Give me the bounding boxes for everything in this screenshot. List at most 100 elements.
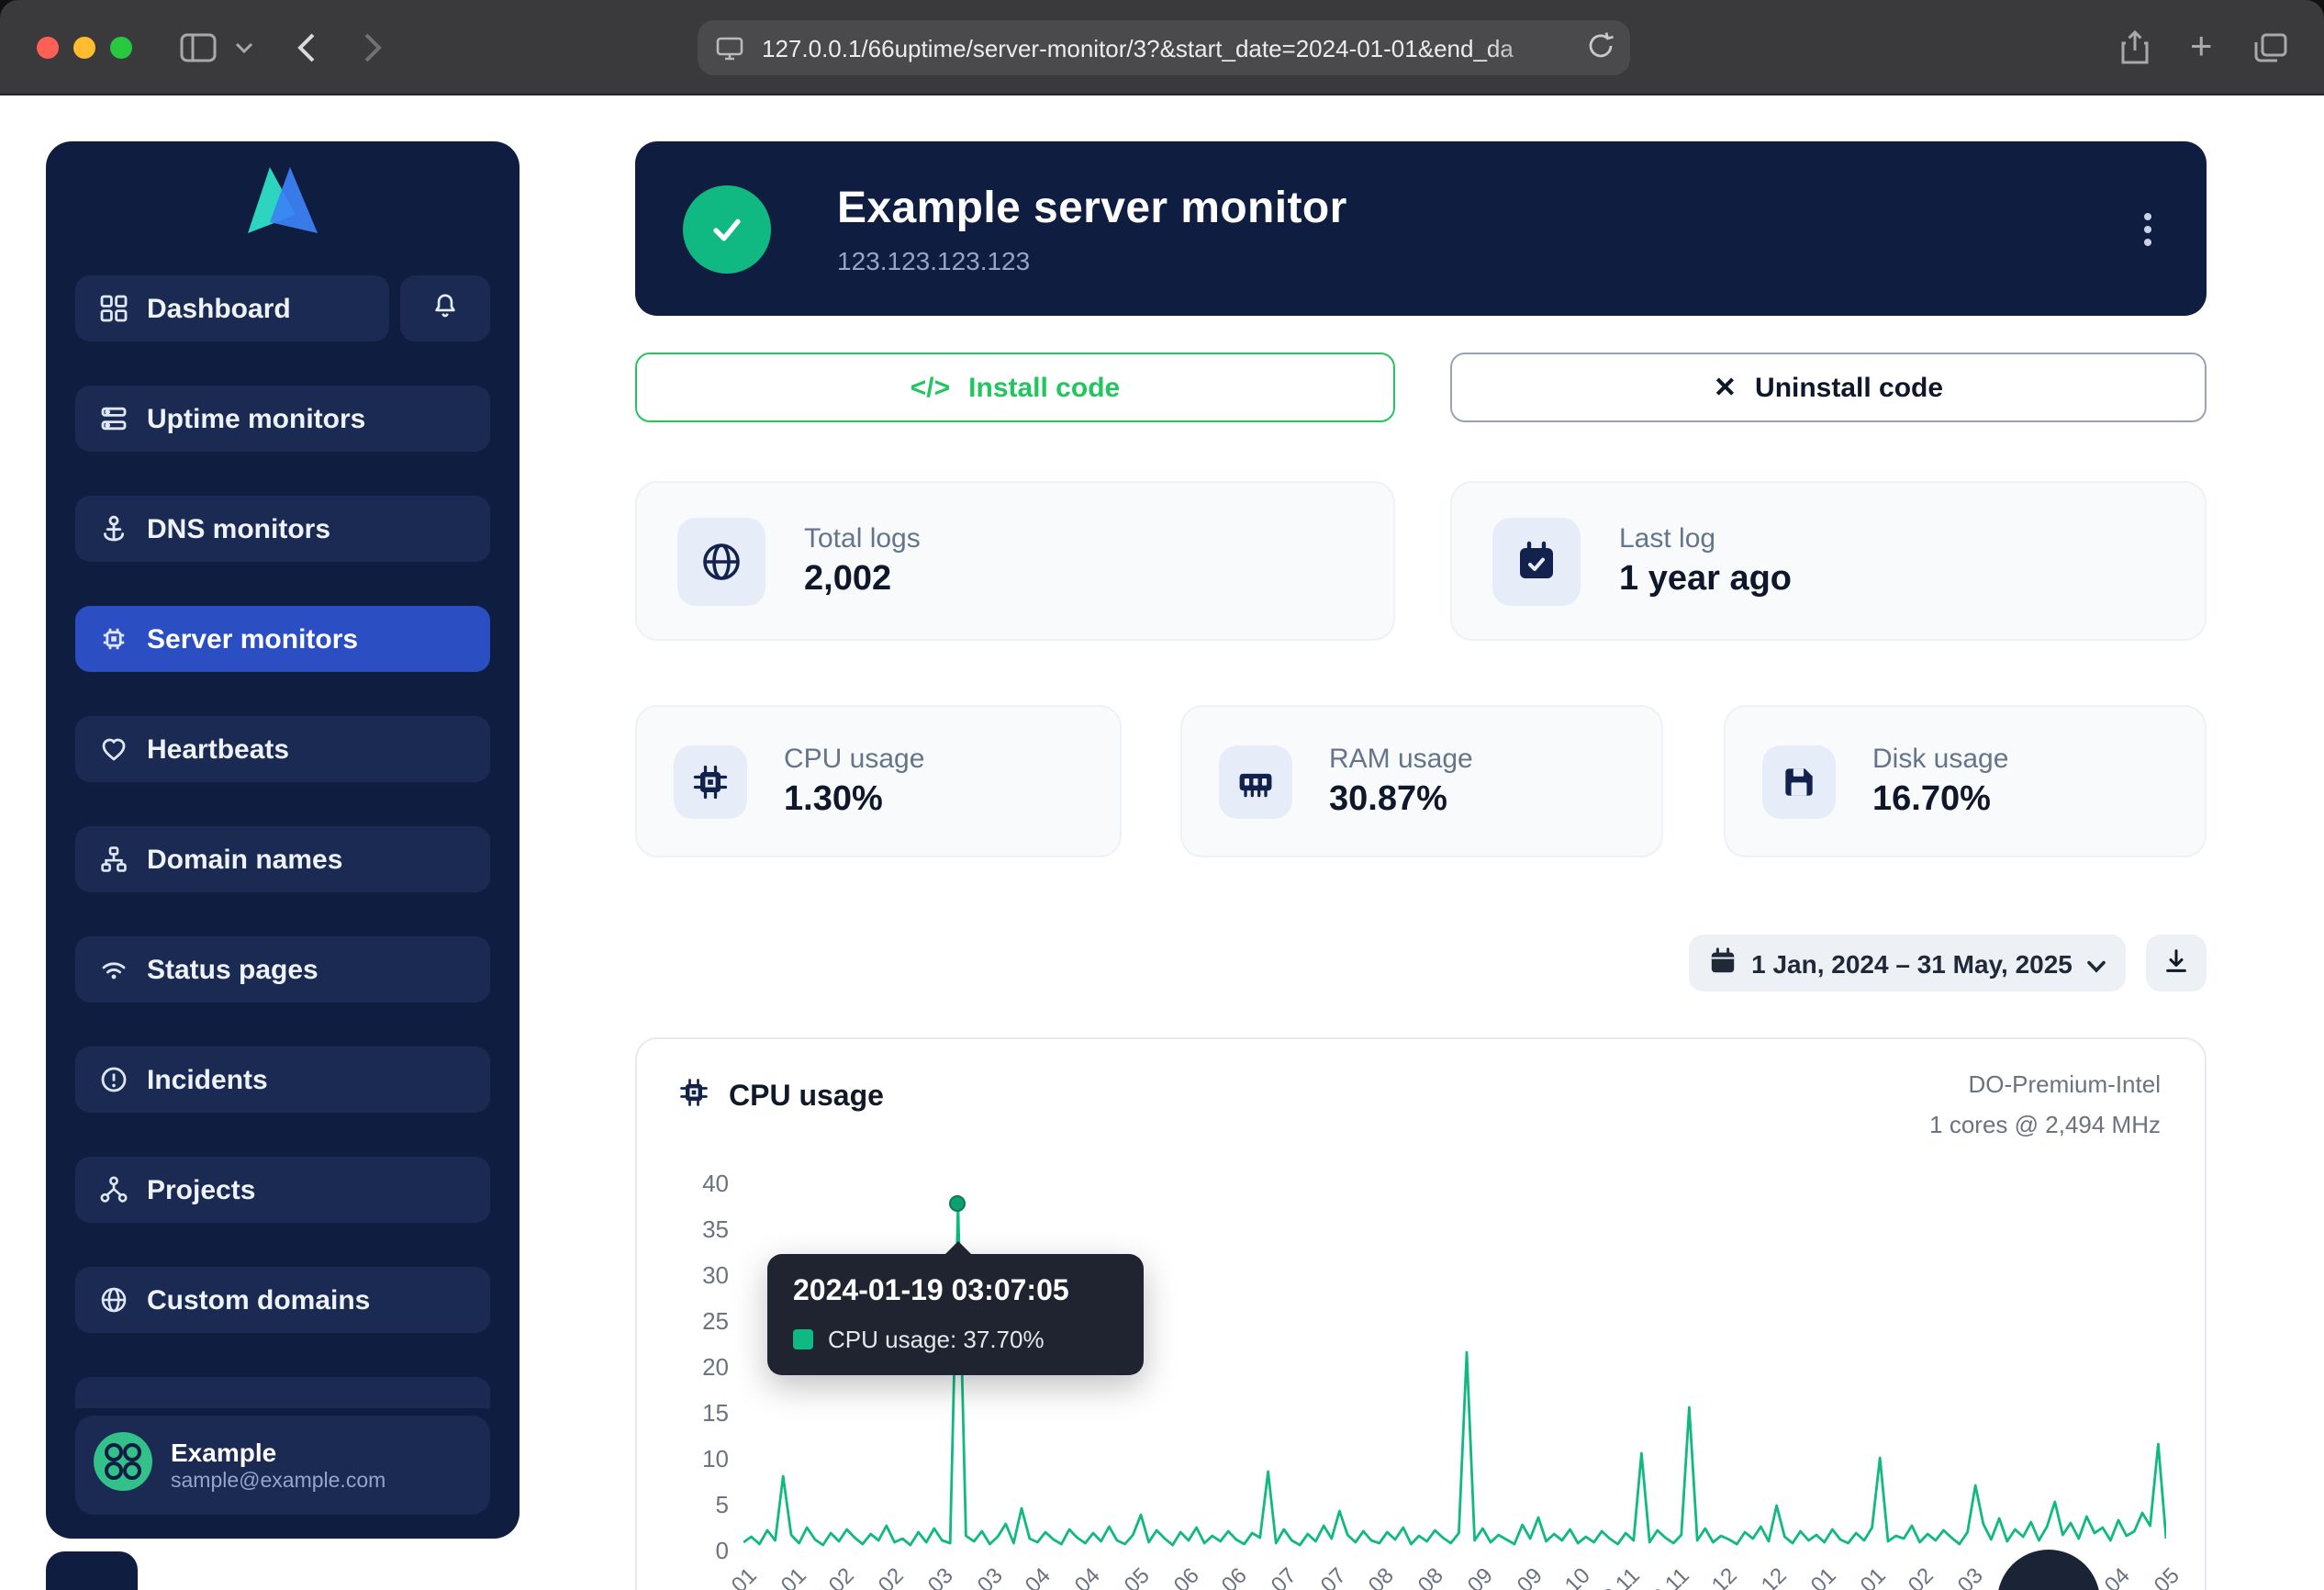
kebab-menu-icon[interactable] — [2137, 205, 2159, 252]
ram-usage-card: RAM usage 30.87% — [1180, 705, 1663, 857]
monitor-header-card: Example server monitor 123.123.123.123 — [635, 141, 2207, 316]
signal-icon — [99, 955, 128, 984]
export-download-button[interactable] — [2146, 935, 2207, 991]
stat-label: Disk usage — [1872, 743, 2008, 774]
chip-icon — [99, 624, 128, 654]
disk-usage-card: Disk usage 16.70% — [1724, 705, 2207, 857]
close-icon: ✕ — [1714, 371, 1737, 404]
sidebar-item-custom-domains[interactable]: Custom domains — [75, 1267, 490, 1333]
page-title: Example server monitor — [837, 183, 1347, 234]
chevron-down-icon — [2087, 948, 2106, 978]
alert-circle-icon — [99, 1065, 128, 1094]
globe-icon — [99, 1285, 128, 1315]
browser-toolbar: 127.0.0.1/66uptime/server-monitor/3?&sta… — [0, 0, 2324, 95]
server-spec: 1 cores @ 2,494 MHz — [1929, 1105, 2161, 1146]
last-log-card: Last log 1 year ago — [1450, 481, 2207, 641]
uptime-bars-icon — [99, 404, 128, 433]
sidebar-item-dns-monitors[interactable]: DNS monitors — [75, 496, 490, 562]
disk-icon — [1762, 745, 1836, 818]
calendar-check-icon — [1492, 517, 1581, 605]
chart-x-axis: 01 0118 0104 0221 0209 0326 0312 0429 04… — [743, 1562, 2166, 1590]
stat-label: Total logs — [804, 522, 921, 554]
chart-title: CPU usage — [729, 1081, 884, 1114]
globe-icon — [677, 517, 765, 605]
address-bar[interactable]: 127.0.0.1/66uptime/server-monitor/3?&sta… — [698, 20, 1630, 75]
reload-icon[interactable] — [1588, 31, 1614, 70]
stat-value: 30.87% — [1329, 779, 1473, 820]
window-controls — [37, 37, 132, 59]
sidebar-item-partial[interactable] — [75, 1377, 490, 1408]
status-bar-pill — [46, 1551, 138, 1590]
cpu-usage-chart-card: CPU usage DO-Premium-Intel 1 cores @ 2,4… — [635, 1037, 2207, 1590]
minimize-window-button[interactable] — [73, 37, 95, 59]
y-tick-label: 35 — [652, 1206, 729, 1252]
sidebar-item-projects[interactable]: Projects — [75, 1157, 490, 1223]
app-logo[interactable] — [46, 160, 520, 241]
forward-button[interactable] — [363, 31, 382, 62]
series-swatch-icon — [793, 1329, 813, 1349]
heart-icon — [99, 734, 128, 764]
stat-value: 1.30% — [784, 779, 924, 820]
page-content: Dashboard Uptime monitors — [0, 95, 2324, 1590]
date-range-label: 1 Jan, 2024 – 31 May, 2025 — [1751, 948, 2073, 978]
monitor-icon — [716, 36, 743, 60]
stat-label: RAM usage — [1329, 743, 1473, 774]
cpu-icon — [674, 745, 747, 818]
new-tab-icon[interactable]: + — [2190, 25, 2213, 69]
zoom-window-button[interactable] — [110, 37, 132, 59]
chevron-down-icon[interactable] — [235, 40, 253, 53]
sidebar-item-dashboard[interactable]: Dashboard — [75, 275, 389, 342]
chart-tooltip: 2024-01-19 03:07:05 CPU usage: 37.70% — [767, 1254, 1144, 1375]
monitor-ip: 123.123.123.123 — [837, 245, 1347, 274]
install-code-button[interactable]: </> Install code — [635, 353, 1395, 422]
cpu-icon — [677, 1076, 710, 1118]
sidebar-nav: Dashboard Uptime monitors — [75, 275, 490, 1408]
tooltip-timestamp: 2024-01-19 03:07:05 — [793, 1276, 1118, 1309]
sidebar-item-status-pages[interactable]: Status pages — [75, 936, 490, 1002]
url-fade — [1483, 20, 1579, 75]
y-tick-label: 5 — [652, 1482, 729, 1528]
code-icon: </> — [911, 372, 950, 403]
sidebar-toggle-icon[interactable] — [180, 32, 217, 62]
dns-icon — [99, 514, 128, 543]
total-logs-card: Total logs 2,002 — [635, 481, 1395, 641]
user-card[interactable]: Example sample@example.com — [75, 1416, 490, 1515]
back-button[interactable] — [297, 31, 316, 62]
sitemap-icon — [99, 845, 128, 874]
sidebar-item-server-monitors[interactable]: Server monitors — [75, 606, 490, 672]
url-text: 127.0.0.1/66uptime/server-monitor/3?&sta… — [762, 34, 1514, 62]
browser-window: 127.0.0.1/66uptime/server-monitor/3?&sta… — [0, 0, 2324, 1590]
sidebar: Dashboard Uptime monitors — [46, 141, 520, 1539]
avatar — [94, 1431, 152, 1499]
nodes-icon — [99, 1175, 128, 1204]
y-tick-label: 0 — [652, 1528, 729, 1573]
sidebar-item-domain-names[interactable]: Domain names — [75, 826, 490, 892]
y-tick-label: 15 — [652, 1390, 729, 1436]
sidebar-item-incidents[interactable]: Incidents — [75, 1047, 490, 1113]
cpu-usage-card: CPU usage 1.30% — [635, 705, 1122, 857]
close-window-button[interactable] — [37, 37, 59, 59]
y-tick-label: 25 — [652, 1298, 729, 1344]
date-range-picker[interactable]: 1 Jan, 2024 – 31 May, 2025 — [1689, 935, 2126, 991]
uninstall-code-button[interactable]: ✕ Uninstall code — [1450, 353, 2207, 422]
sidebar-item-uptime-monitors[interactable]: Uptime monitors — [75, 386, 490, 452]
ram-icon — [1219, 745, 1292, 818]
y-tick-label: 30 — [652, 1252, 729, 1298]
chart-y-axis: 4035302520151050 — [652, 1160, 729, 1573]
tab-overview-icon[interactable] — [2254, 32, 2287, 62]
sidebar-item-heartbeats[interactable]: Heartbeats — [75, 716, 490, 782]
share-icon[interactable] — [2120, 29, 2150, 64]
y-tick-label: 40 — [652, 1160, 729, 1206]
y-tick-label: 10 — [652, 1436, 729, 1482]
download-icon — [2162, 946, 2190, 980]
stat-value: 16.70% — [1872, 779, 2008, 820]
dashboard-icon — [99, 294, 128, 323]
user-name: Example — [171, 1438, 385, 1467]
calendar-icon — [1709, 946, 1737, 980]
notifications-button[interactable] — [400, 275, 490, 342]
status-ok-icon — [683, 185, 771, 273]
tooltip-value: CPU usage: 37.70% — [828, 1326, 1045, 1353]
stat-value: 2,002 — [804, 559, 921, 599]
stat-label: Last log — [1619, 522, 1792, 554]
stat-label: CPU usage — [784, 743, 924, 774]
